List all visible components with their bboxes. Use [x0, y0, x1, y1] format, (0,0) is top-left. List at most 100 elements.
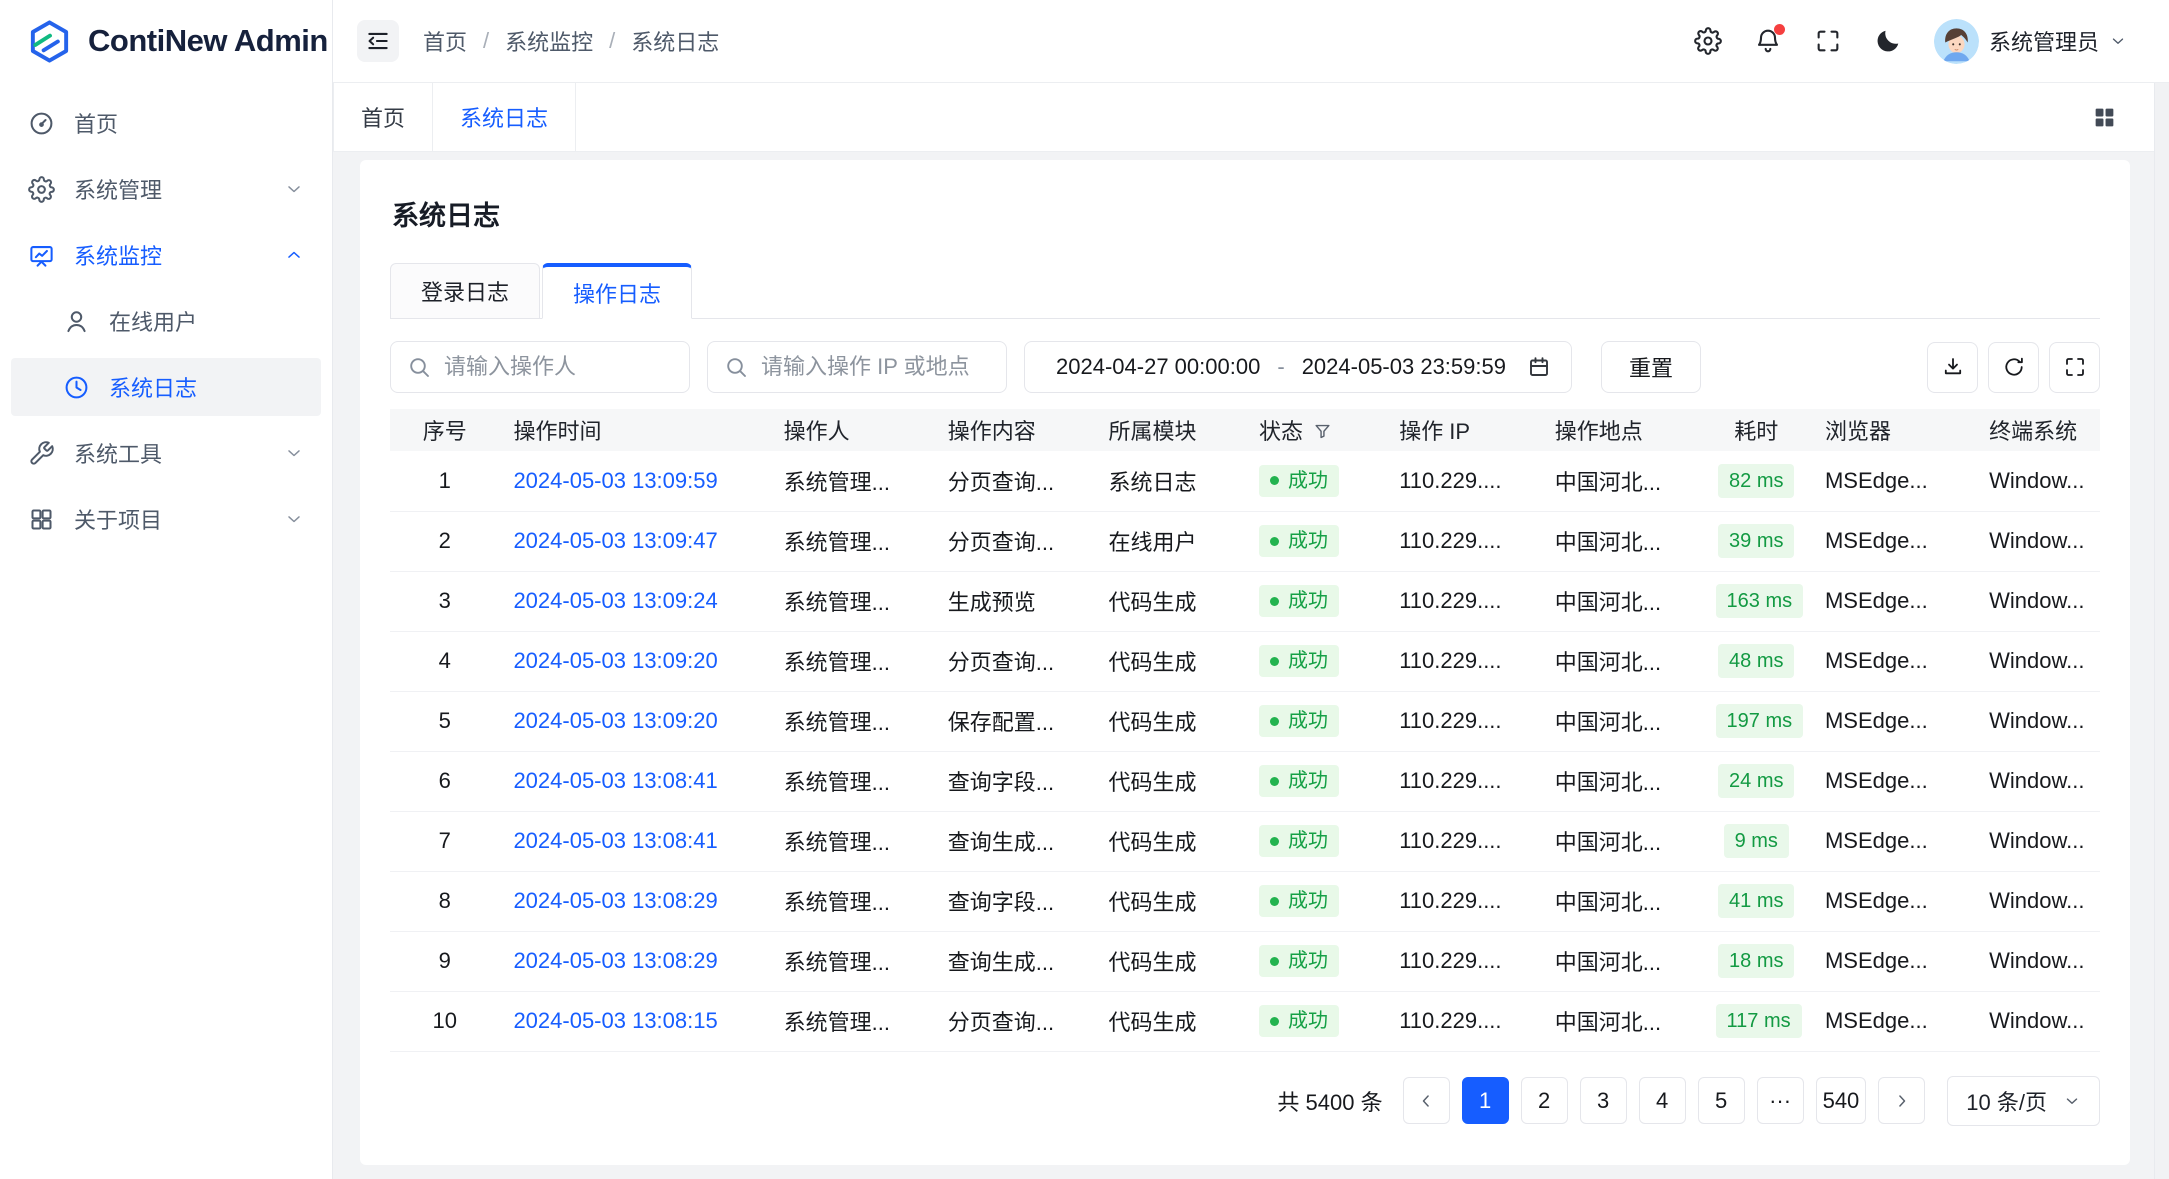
page-button-4[interactable]: 4	[1639, 1077, 1686, 1124]
date-range-picker[interactable]: 2024-04-27 00:00:00 - 2024-05-03 23:59:5…	[1024, 341, 1572, 393]
status-badge: 成功	[1259, 705, 1339, 737]
status-dot-icon	[1270, 717, 1279, 726]
duration-badge: 117 ms	[1716, 1004, 1802, 1038]
status-dot-icon	[1270, 476, 1279, 485]
breadcrumb-item[interactable]: 首页	[423, 25, 467, 57]
time-link[interactable]: 2024-05-03 13:09:24	[513, 588, 717, 613]
operator-search-input[interactable]	[444, 354, 673, 380]
sidebar-item-system-mgmt[interactable]: 系统管理	[11, 160, 321, 218]
cell-os: Window...	[1975, 571, 2100, 631]
time-link[interactable]: 2024-05-03 13:08:29	[513, 888, 717, 913]
notifications-icon[interactable]	[1754, 27, 1782, 55]
menu-fold-icon	[365, 28, 391, 54]
filter-icon[interactable]	[1313, 422, 1332, 441]
sidebar-item-system-tools[interactable]: 系统工具	[11, 424, 321, 482]
expand-button[interactable]	[2049, 342, 2100, 393]
cell-location: 中国河北...	[1541, 871, 1702, 931]
duration-badge: 48 ms	[1718, 644, 1794, 678]
cell-module: 代码生成	[1095, 691, 1245, 751]
cell-time: 2024-05-03 13:09:20	[499, 691, 769, 751]
page-button-2[interactable]: 2	[1521, 1077, 1568, 1124]
column-header: 序号	[390, 409, 499, 451]
table-row: 62024-05-03 13:08:41系统管理...查询字段...代码生成成功…	[390, 751, 2100, 811]
cell-os: Window...	[1975, 991, 2100, 1051]
cell-content: 生成预览	[934, 571, 1095, 631]
ip-search-input[interactable]	[761, 354, 990, 380]
cell-index: 5	[390, 691, 499, 751]
refresh-button[interactable]	[1988, 342, 2039, 393]
cell-time: 2024-05-03 13:08:41	[499, 811, 769, 871]
tab-operation-logs[interactable]: 操作日志	[542, 263, 692, 319]
breadcrumb-item[interactable]: 系统监控	[505, 25, 593, 57]
cell-content: 查询生成...	[934, 811, 1095, 871]
sidebar-item-label: 首页	[74, 107, 304, 139]
filter-toolbar: 2024-04-27 00:00:00 - 2024-05-03 23:59:5…	[390, 341, 2100, 393]
dark-mode-icon[interactable]	[1874, 27, 1902, 55]
fullscreen-icon[interactable]	[1814, 27, 1842, 55]
app-title: ContiNew Admin	[88, 23, 328, 59]
refresh-icon	[2002, 355, 2026, 379]
page-button-5[interactable]: 5	[1698, 1077, 1745, 1124]
sidebar-item-system-monitor[interactable]: 系统监控	[11, 226, 321, 284]
cell-operator: 系统管理...	[770, 631, 934, 691]
page-button-540[interactable]: 540	[1816, 1077, 1867, 1124]
page-ellipsis-button[interactable]: ···	[1757, 1077, 1804, 1124]
sidebar-item-about-project[interactable]: 关于项目	[11, 490, 321, 548]
scrollbar[interactable]	[2154, 83, 2169, 1179]
chevron-down-icon	[284, 443, 304, 463]
cell-os: Window...	[1975, 691, 2100, 751]
time-link[interactable]: 2024-05-03 13:08:41	[513, 768, 717, 793]
expand-icon	[2063, 355, 2087, 379]
pagination: 共 5400 条 12345···540 10 条/页	[390, 1076, 2100, 1126]
export-button[interactable]	[1927, 342, 1978, 393]
tab-login-logs[interactable]: 登录日志	[390, 263, 540, 319]
time-link[interactable]: 2024-05-03 13:08:15	[513, 1008, 717, 1033]
log-type-tabs: 登录日志 操作日志	[390, 263, 2100, 319]
duration-badge: 24 ms	[1718, 764, 1794, 798]
sidebar-collapse-button[interactable]	[357, 20, 399, 62]
monitor-icon	[28, 242, 55, 269]
tab-layout-grid-icon[interactable]	[2092, 105, 2117, 130]
prev-page-button[interactable]	[1403, 1077, 1450, 1124]
column-header: 所属模块	[1095, 409, 1245, 451]
logo[interactable]: ContiNew Admin	[0, 0, 332, 82]
page-tab-system-logs[interactable]: 系统日志	[433, 83, 576, 151]
table-row: 12024-05-03 13:09:59系统管理...分页查询...系统日志成功…	[390, 451, 2100, 511]
user-menu[interactable]: 系统管理员	[1934, 19, 2127, 64]
cell-index: 2	[390, 511, 499, 571]
sidebar-item-home[interactable]: 首页	[11, 94, 321, 152]
cell-operator: 系统管理...	[770, 691, 934, 751]
next-page-button[interactable]	[1878, 1077, 1925, 1124]
time-link[interactable]: 2024-05-03 13:08:41	[513, 828, 717, 853]
time-link[interactable]: 2024-05-03 13:09:20	[513, 648, 717, 673]
sidebar-item-system-logs[interactable]: 系统日志	[11, 358, 321, 416]
cell-ip: 110.229....	[1385, 631, 1541, 691]
time-link[interactable]: 2024-05-03 13:08:29	[513, 948, 717, 973]
page-tab-home[interactable]: 首页	[333, 83, 433, 151]
page-button-3[interactable]: 3	[1580, 1077, 1627, 1124]
sidebar-item-online-users[interactable]: 在线用户	[11, 292, 321, 350]
time-link[interactable]: 2024-05-03 13:09:47	[513, 528, 717, 553]
status-badge: 成功	[1259, 945, 1339, 977]
page-title: 系统日志	[392, 194, 2100, 233]
time-link[interactable]: 2024-05-03 13:09:59	[513, 468, 717, 493]
reset-button[interactable]: 重置	[1601, 341, 1701, 393]
log-table: 序号操作时间操作人操作内容所属模块状态操作 IP操作地点耗时浏览器终端系统 12…	[390, 409, 2100, 1052]
date-separator: -	[1271, 354, 1290, 380]
settings-icon[interactable]	[1694, 27, 1722, 55]
breadcrumb-item[interactable]: 系统日志	[631, 25, 719, 57]
cell-duration: 117 ms	[1702, 991, 1811, 1051]
table-header-row: 序号操作时间操作人操作内容所属模块状态操作 IP操作地点耗时浏览器终端系统	[390, 409, 2100, 451]
cell-module: 代码生成	[1095, 931, 1245, 991]
cell-content: 查询字段...	[934, 871, 1095, 931]
cell-status: 成功	[1245, 991, 1385, 1051]
time-link[interactable]: 2024-05-03 13:09:20	[513, 708, 717, 733]
page-size-select[interactable]: 10 条/页	[1947, 1076, 2100, 1126]
column-header: 操作人	[770, 409, 934, 451]
breadcrumb-separator: /	[483, 28, 489, 54]
cell-status: 成功	[1245, 511, 1385, 571]
status-dot-icon	[1270, 897, 1279, 906]
page-button-1[interactable]: 1	[1462, 1077, 1509, 1124]
column-header: 操作 IP	[1385, 409, 1541, 451]
cell-module: 代码生成	[1095, 871, 1245, 931]
